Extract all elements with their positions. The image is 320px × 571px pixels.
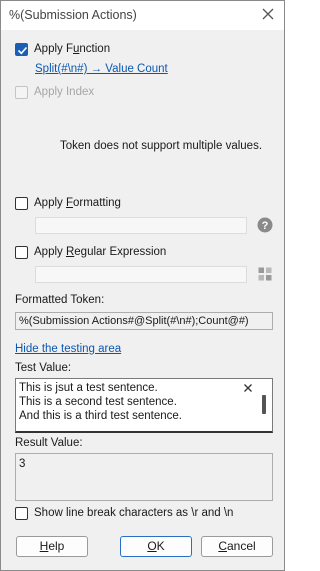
apply-formatting-label[interactable]: Apply Formatting: [34, 197, 121, 209]
formatting-input[interactable]: [35, 217, 247, 234]
result-value-field[interactable]: 3: [15, 453, 273, 501]
show-linebreaks-label[interactable]: Show line break characters as \r and \n: [34, 507, 233, 519]
test-value-label: Test Value:: [15, 362, 72, 374]
regex-input[interactable]: [35, 266, 247, 283]
result-value-label: Result Value:: [15, 437, 83, 449]
title-bar: %(Submission Actions): [1, 1, 284, 30]
hide-testing-area-link[interactable]: Hide the testing area: [15, 343, 121, 355]
formatted-token-field[interactable]: %(Submission Actions#@Split(#\n#);Count@…: [15, 312, 273, 330]
test-line: This is a second test sentence.: [19, 396, 177, 408]
test-value-textarea[interactable]: This is jsut a test sentence. This is a …: [15, 378, 273, 433]
test-value-text: This is jsut a test sentence. This is a …: [19, 381, 182, 423]
apply-regex-label[interactable]: Apply Regular Expression: [34, 246, 166, 258]
scrollbar-thumb[interactable]: [262, 395, 266, 414]
clear-icon[interactable]: [242, 382, 254, 394]
formatted-token-value: %(Submission Actions#@Split(#\n#);Count@…: [19, 315, 249, 327]
multiple-values-notice: Token does not support multiple values.: [60, 140, 263, 152]
window-title: %(Submission Actions): [9, 8, 137, 22]
test-line: And this is a third test sentence.: [19, 410, 183, 422]
regex-builder-icon[interactable]: [258, 267, 272, 281]
ok-button[interactable]: OK: [120, 536, 192, 557]
apply-index-label: Apply Index: [34, 86, 95, 98]
result-value: 3: [19, 458, 26, 470]
test-line: This is jsut a test sentence.: [19, 382, 158, 394]
apply-function-label[interactable]: Apply Function: [34, 43, 110, 55]
help-icon[interactable]: ?: [257, 217, 273, 233]
apply-formatting-checkbox[interactable]: [15, 197, 28, 210]
apply-index-checkbox[interactable]: [15, 86, 28, 99]
function-link[interactable]: Split(#\n#) → Value Count: [35, 63, 168, 75]
cancel-button[interactable]: Cancel: [201, 536, 273, 557]
apply-regex-checkbox[interactable]: [15, 246, 28, 259]
apply-function-checkbox[interactable]: [15, 43, 28, 56]
dialog-window: %(Submission Actions) Apply Function Spl…: [0, 0, 285, 571]
close-icon[interactable]: [259, 5, 277, 23]
show-linebreaks-checkbox[interactable]: [15, 507, 28, 520]
help-button[interactable]: Help: [16, 536, 88, 557]
svg-text:?: ?: [262, 220, 269, 232]
formatted-token-label: Formatted Token:: [15, 294, 105, 306]
